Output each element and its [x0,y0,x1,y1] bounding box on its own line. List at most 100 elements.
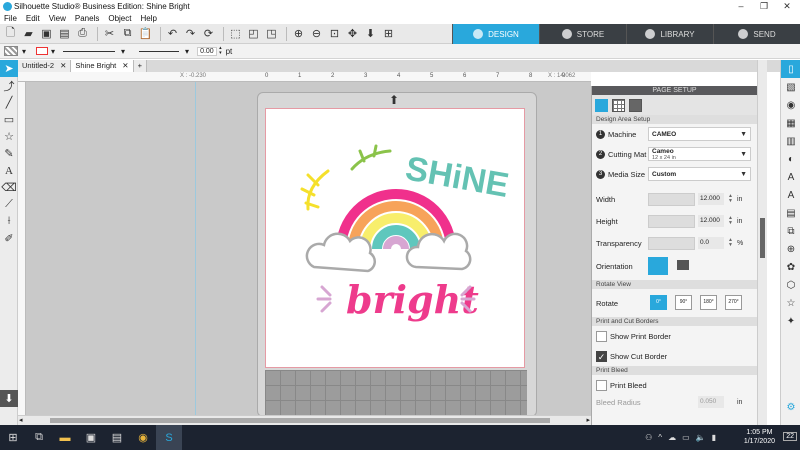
width-stepper[interactable]: ▲ ▼ [728,194,733,204]
cut-icon[interactable]: ✂ [102,27,117,41]
tab-send[interactable]: SEND [713,24,800,44]
new-tab-button[interactable]: + [133,60,147,72]
line-tool-icon[interactable]: ╱ [0,94,18,111]
windows-start-icon[interactable]: ⊞ [0,425,26,450]
zoom-out-icon[interactable]: ⊖ [309,27,324,41]
menu-view[interactable]: View [49,14,66,23]
shapes-icon[interactable]: ☆ [781,294,800,312]
menu-object[interactable]: Object [108,14,131,23]
fill-color-icon[interactable]: ◉ [781,96,800,114]
close-icon[interactable]: ✕ [122,60,128,72]
scroll-thumb[interactable] [760,218,765,258]
line-style-select[interactable] [63,50,116,52]
close-button[interactable]: ✕ [776,0,798,13]
network-icon[interactable]: ▭ [682,433,690,442]
undo-icon[interactable]: ↶ [165,27,180,41]
rotate-0-button[interactable]: 0° [650,295,667,310]
volume-icon[interactable]: 🔈 [696,433,706,442]
text-tool-icon[interactable]: A [0,162,18,179]
tab-store[interactable]: STORE [539,24,626,44]
show-hidden-icon[interactable]: ^ [658,433,662,442]
copy-icon[interactable]: ⧉ [120,27,135,41]
photos-app-icon[interactable]: ▣ [78,425,104,450]
save-icon[interactable]: ▣ [39,27,54,41]
replicate-icon[interactable]: ⧉ [781,222,800,240]
vertical-scrollbar[interactable] [757,60,767,425]
line-color-swatch[interactable] [36,47,49,55]
zoom-in-icon[interactable]: ⊕ [291,27,306,41]
print-icon[interactable]: ⎙ [75,27,90,41]
select-tool-icon[interactable]: ➤ [0,60,18,77]
send-settings-icon[interactable]: ⚙ [781,398,800,416]
maximize-button[interactable]: ❐ [753,0,775,13]
show-cut-border-row[interactable]: ✓ Show Cut Border [592,346,757,366]
scroll-thumb[interactable] [50,418,550,423]
fonts-icon[interactable]: A [781,186,800,204]
transparency-slider[interactable] [648,236,695,250]
taskbar-clock[interactable]: 1:05 PM 1/17/2020 [744,428,775,446]
rotate-270-button[interactable]: 270° [725,295,742,310]
chevron-down-icon[interactable]: ▾ [22,47,26,56]
pencil-tool-icon[interactable]: ✎ [0,145,18,162]
scroll-right-icon[interactable]: ▸ [586,416,590,424]
menu-help[interactable]: Help [140,14,156,23]
offset-icon[interactable]: ✿ [781,258,800,276]
text-style-icon[interactable]: A [781,168,800,186]
close-icon[interactable]: ✕ [60,60,66,72]
machine-select[interactable]: CAMEO ▼ [648,127,751,141]
layers-icon[interactable]: ▥ [781,132,800,150]
show-print-border-row[interactable]: Show Print Border [592,326,757,346]
polygon-tool-icon[interactable]: ☆ [0,128,18,145]
select-all-icon[interactable]: ⬚ [228,27,243,41]
zoom-box-icon[interactable]: ⊡ [327,27,342,41]
redo-icon[interactable]: ↷ [183,27,198,41]
portrait-orientation-icon[interactable] [648,257,668,275]
tab-design[interactable]: DESIGN [452,24,539,44]
height-slider[interactable] [648,214,695,228]
chrome-icon[interactable]: ◉ [130,425,156,450]
transparency-icon[interactable]: ◐ [781,150,800,168]
silhouette-studio-taskbar-icon[interactable]: S [156,425,182,450]
open-folder-icon[interactable]: ▰ [21,27,36,41]
print-bleed-checkbox[interactable] [596,379,607,391]
line-width-select[interactable] [139,50,180,52]
file-explorer-icon[interactable]: ▬ [52,425,78,450]
design-artwork[interactable]: SHiNE bright [266,109,526,369]
transparency-stepper[interactable]: ▲ ▼ [728,238,733,248]
transparency-input[interactable]: 0.0 [698,237,724,249]
battery-icon[interactable]: ▮ [712,433,716,442]
new-document-icon[interactable]: 🗋 [3,27,18,41]
scroll-left-icon[interactable]: ◂ [19,416,23,424]
cloud-icon[interactable]: ☁ [668,433,676,442]
app-icon[interactable]: ▤ [104,425,130,450]
tab-untitled-2[interactable]: Untitled-2 ✕ [18,60,72,72]
fill-pattern-swatch[interactable] [4,46,18,56]
height-stepper[interactable]: ▲ ▼ [728,216,733,226]
rotate-90-button[interactable]: 90° [675,295,692,310]
show-cut-border-checkbox[interactable]: ✓ [596,350,607,362]
line-width-stepper[interactable]: ▴ ▾ [219,46,222,56]
page-area[interactable]: SHiNE bright [265,108,525,368]
paste-icon[interactable]: 📋 [138,27,153,41]
knife-tool-icon[interactable]: ⟋ [0,196,18,213]
chevron-down-icon[interactable]: ▾ [185,47,189,56]
library-panel-icon[interactable]: ⬇ [0,390,18,407]
eyedropper-tool-icon[interactable]: ⟊ [0,213,18,230]
horizontal-scrollbar[interactable]: ◂ ▸ [18,415,591,425]
page-setup-panel-icon[interactable]: ▯ [781,60,800,78]
width-slider[interactable] [648,192,695,206]
pixscan-icon[interactable]: ▧ [781,78,800,96]
select-by-color-icon[interactable]: ◳ [264,27,279,41]
line-width-input[interactable]: 0.00 [197,46,218,56]
menu-edit[interactable]: Edit [26,14,40,23]
redraw-icon[interactable]: ⟳ [201,27,216,41]
show-print-border-checkbox[interactable] [596,330,607,342]
chevron-down-icon[interactable]: ▾ [51,47,55,56]
landscape-orientation-icon[interactable] [677,260,689,270]
modify-icon[interactable]: ⊕ [781,240,800,258]
minimize-button[interactable]: – [730,0,752,13]
media-size-select[interactable]: Custom ▼ [648,167,751,181]
menu-panels[interactable]: Panels [75,14,99,23]
fit-to-page-icon[interactable]: ⊞ [381,27,396,41]
menu-file[interactable]: File [4,14,17,23]
